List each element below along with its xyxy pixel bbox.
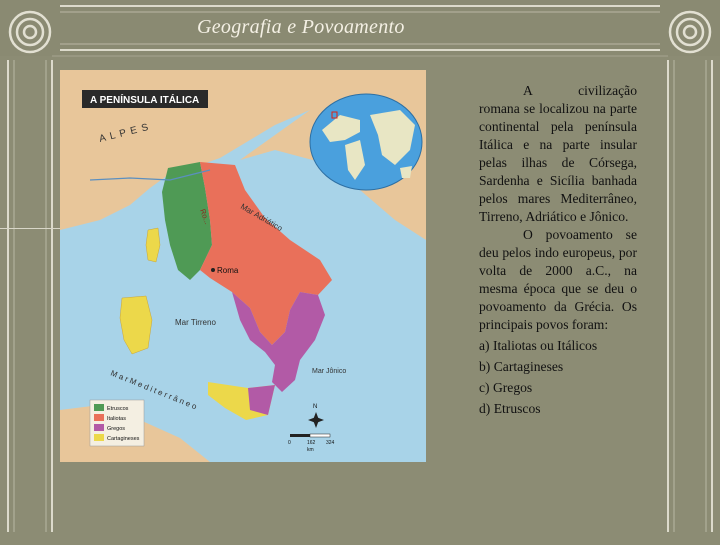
map-legend: Etruscos Italiotas Gregos Cartagineses: [89, 399, 145, 447]
list-item: d) Etruscos: [479, 401, 541, 416]
map-title: A PENÍNSULA ITÁLICA: [90, 93, 199, 106]
globe-inset: [309, 93, 423, 191]
italian-peninsula-map: A PENÍNSULA ITÁLICA A L P E S Ro... Roma…: [60, 70, 426, 462]
legend-swatch-cartagineses: [94, 434, 104, 441]
legend-swatch-etruscos: [94, 404, 104, 411]
roma-label: Roma: [217, 266, 239, 275]
decorative-line: [0, 228, 60, 229]
scale-max: 324: [326, 440, 335, 446]
scale-zero: 0: [288, 440, 291, 446]
paragraph-settlement: O povoamento se deu pelos indo europeus,…: [479, 227, 637, 332]
legend-label-gregos: Gregos: [107, 426, 125, 432]
scale-mid: 162: [307, 440, 316, 446]
slide-body-text: A civilização romana se localizou na par…: [479, 82, 637, 418]
legend-label-etruscos: Etruscos: [107, 406, 129, 412]
north-label: N: [313, 404, 317, 410]
scale-unit: km: [307, 447, 314, 453]
legend-label-italiotas: Italiotas: [107, 416, 126, 422]
slide-title: Geografia e Povoamento: [197, 16, 405, 38]
list-item: b) Cartagineses: [479, 359, 564, 374]
ionian-label: Mar Jônico: [312, 368, 346, 375]
tyrrhenian-label: Mar Tirreno: [175, 318, 216, 327]
list-item: c) Gregos: [479, 380, 533, 395]
list-item: a) Italiotas ou Itálicos: [479, 338, 598, 353]
legend-swatch-gregos: [94, 424, 104, 431]
legend-swatch-italiotas: [94, 414, 104, 421]
paragraph-civilization: A civilização romana se localizou na par…: [479, 83, 637, 224]
roma-marker: [211, 268, 215, 272]
legend-label-cartagineses: Cartagineses: [107, 436, 140, 442]
